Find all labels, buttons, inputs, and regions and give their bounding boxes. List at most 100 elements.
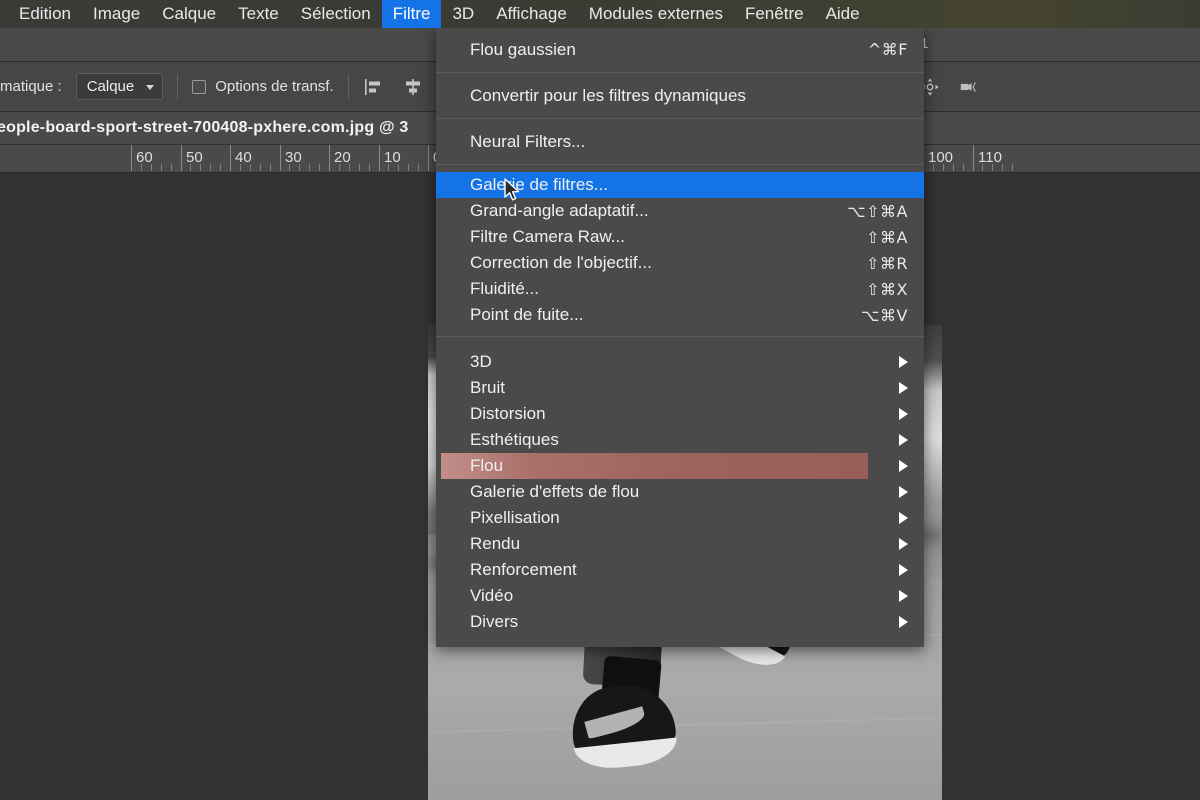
ruler-tick-minor [408,164,409,171]
ruler-tick-minor [943,164,944,171]
menu-item-shortcut: ⌥⌘V [861,305,908,325]
filter-dropdown-menu[interactable]: Flou gaussien ^⌘F Convertir pour les filtr… [436,28,924,647]
menu-item-distorsion[interactable]: Distorsion [436,401,924,427]
menu-item-shortcut: ⇧⌘X [866,279,908,299]
menu-item-label: Grand-angle adaptatif... [470,201,649,220]
ruler-tick-minor [398,164,399,171]
ruler-tick-minor [369,164,370,171]
menu-item-flou-gaussien[interactable]: Flou gaussien ^⌘F [436,34,924,65]
menu-item-label: Renforcement [470,560,577,579]
video-preview-icon[interactable] [960,77,980,97]
menu-item-label: Galerie d'effets de flou [470,482,640,501]
menu-item-rendu[interactable]: Rendu [436,531,924,557]
ruler-tick-minor [141,164,142,171]
menu-item-grand-angle-adaptatif[interactable]: Grand-angle adaptatif... ⌥⇧⌘A [436,198,924,224]
submenu-arrow-icon [899,408,908,420]
photo-shoe-stripe-front [584,706,647,740]
menu-item-label: Neural Filters... [470,131,586,151]
menubar-item-aide[interactable]: Aide [815,0,871,28]
menubar-item-filtre[interactable]: Filtre [381,0,442,28]
layer-select-value: Calque [86,78,135,95]
submenu-arrow-icon [899,486,908,498]
options-right-group [920,77,1200,97]
submenu-arrow-icon [899,434,908,446]
ruler-tick-minor [171,164,172,171]
menu-item-galerie-d-effets-de-flou[interactable]: Galerie d'effets de flou [436,479,924,505]
menubar-item-image[interactable]: Image [82,0,151,28]
ruler-tick-minor [992,164,993,171]
ruler-tick-minor [418,164,419,171]
menu-separator [436,164,924,165]
menu-item-filtre-camera-raw[interactable]: Filtre Camera Raw... ⇧⌘A [436,224,924,250]
ruler-tick-major [329,145,330,171]
menu-item-convertir-pour-les-filtres-dynamiques[interactable]: Convertir pour les filtres dynamiques [436,80,924,111]
menu-separator [436,336,924,337]
menu-item-galerie-de-filtres[interactable]: Galerie de filtres... [436,172,924,198]
menu-item-label: Vidéo [470,586,514,605]
ruler-tick-minor [1012,164,1013,171]
menu-item-shortcut: ⇧⌘R [865,253,908,273]
submenu-arrow-icon [899,382,908,394]
auto-select-label: matique : [0,78,62,95]
ruler-tick-minor [190,164,191,171]
menu-item-point-de-fuite[interactable]: Point de fuite... ⌥⌘V [436,302,924,328]
options-divider [177,73,179,100]
ruler-tick-minor [299,164,300,171]
ruler-tick-major [973,145,974,171]
menubar-item-edition[interactable]: Edition [8,0,82,28]
menu-item-label: Fluidité... [470,279,539,298]
menu-item-neural-filters[interactable]: Neural Filters... [436,126,924,157]
menubar-item-3d[interactable]: 3D [441,0,485,28]
checkbox-box-icon [192,79,207,94]
menu-item-label: Esthétiques [470,430,559,449]
ruler-tick-minor [1002,164,1003,171]
menubar-item-calque[interactable]: Calque [151,0,227,28]
ruler-tick-minor [210,164,211,171]
menu-bottom-padding [436,635,924,647]
menu-item-label: Divers [470,612,519,631]
align-left-icon[interactable] [363,77,383,97]
menu-item-fluidité[interactable]: Fluidité... ⇧⌘X [436,276,924,302]
menu-item-divers[interactable]: Divers [436,609,924,635]
menu-item-label: Correction de l'objectif... [470,253,652,272]
ruler-tick-major [280,145,281,171]
menu-item-shortcut: ^⌘F [867,40,908,59]
options-divider-2 [347,73,349,100]
menubar-item-s-lection[interactable]: Sélection [290,0,382,28]
align-center-h-icon[interactable] [403,77,423,97]
menu-bar: Edition Image Calque Texte Sélection Filtre 3D… [0,0,1200,28]
menubar-item-fen-tre[interactable]: Fenêtre [734,0,815,28]
chevron-down-icon [146,85,155,90]
submenu-arrow-icon [899,590,908,602]
menu-item-label: Galerie de filtres... [470,175,608,194]
ruler-tick-minor [240,164,241,171]
menu-item-label: Bruit [470,378,505,397]
ruler-tick-minor [982,164,983,171]
layer-select-dropdown[interactable]: Calque [75,73,164,100]
ruler-tick-minor [250,164,251,171]
submenu-arrow-icon [899,538,908,550]
ruler-tick-minor [260,164,261,171]
ruler-tick-minor [200,164,201,171]
transform-options-checkbox[interactable]: Options de transf. [192,78,334,95]
menu-item-esthétiques[interactable]: Esthétiques [436,427,924,453]
menu-item-renforcement[interactable]: Renforcement [436,557,924,583]
menubar-item-texte[interactable]: Texte [227,0,290,28]
menu-item-pixellisation[interactable]: Pixellisation [436,505,924,531]
menu-item-correction-de-l-objectif[interactable]: Correction de l'objectif... ⇧⌘R [436,250,924,276]
menu-item-bruit[interactable]: Bruit [436,375,924,401]
ruler-tick-minor [339,164,340,171]
ruler-tick-minor [933,164,934,171]
menu-item-label: Filtre Camera Raw... [470,227,625,246]
menu-item-shortcut: ⌥⇧⌘A [847,201,908,221]
ruler-tick-minor [289,164,290,171]
menu-item-3d[interactable]: 3D [436,349,924,375]
menubar-item-affichage[interactable]: Affichage [485,0,578,28]
menu-item-flou[interactable]: Flou [436,453,924,479]
ruler-tick-major [428,145,429,171]
menubar-item-modules-externes[interactable]: Modules externes [578,0,734,28]
ruler-tick-minor [963,164,964,171]
ruler-tick-minor [319,164,320,171]
submenu-arrow-icon [899,460,908,472]
menu-item-vidéo[interactable]: Vidéo [436,583,924,609]
